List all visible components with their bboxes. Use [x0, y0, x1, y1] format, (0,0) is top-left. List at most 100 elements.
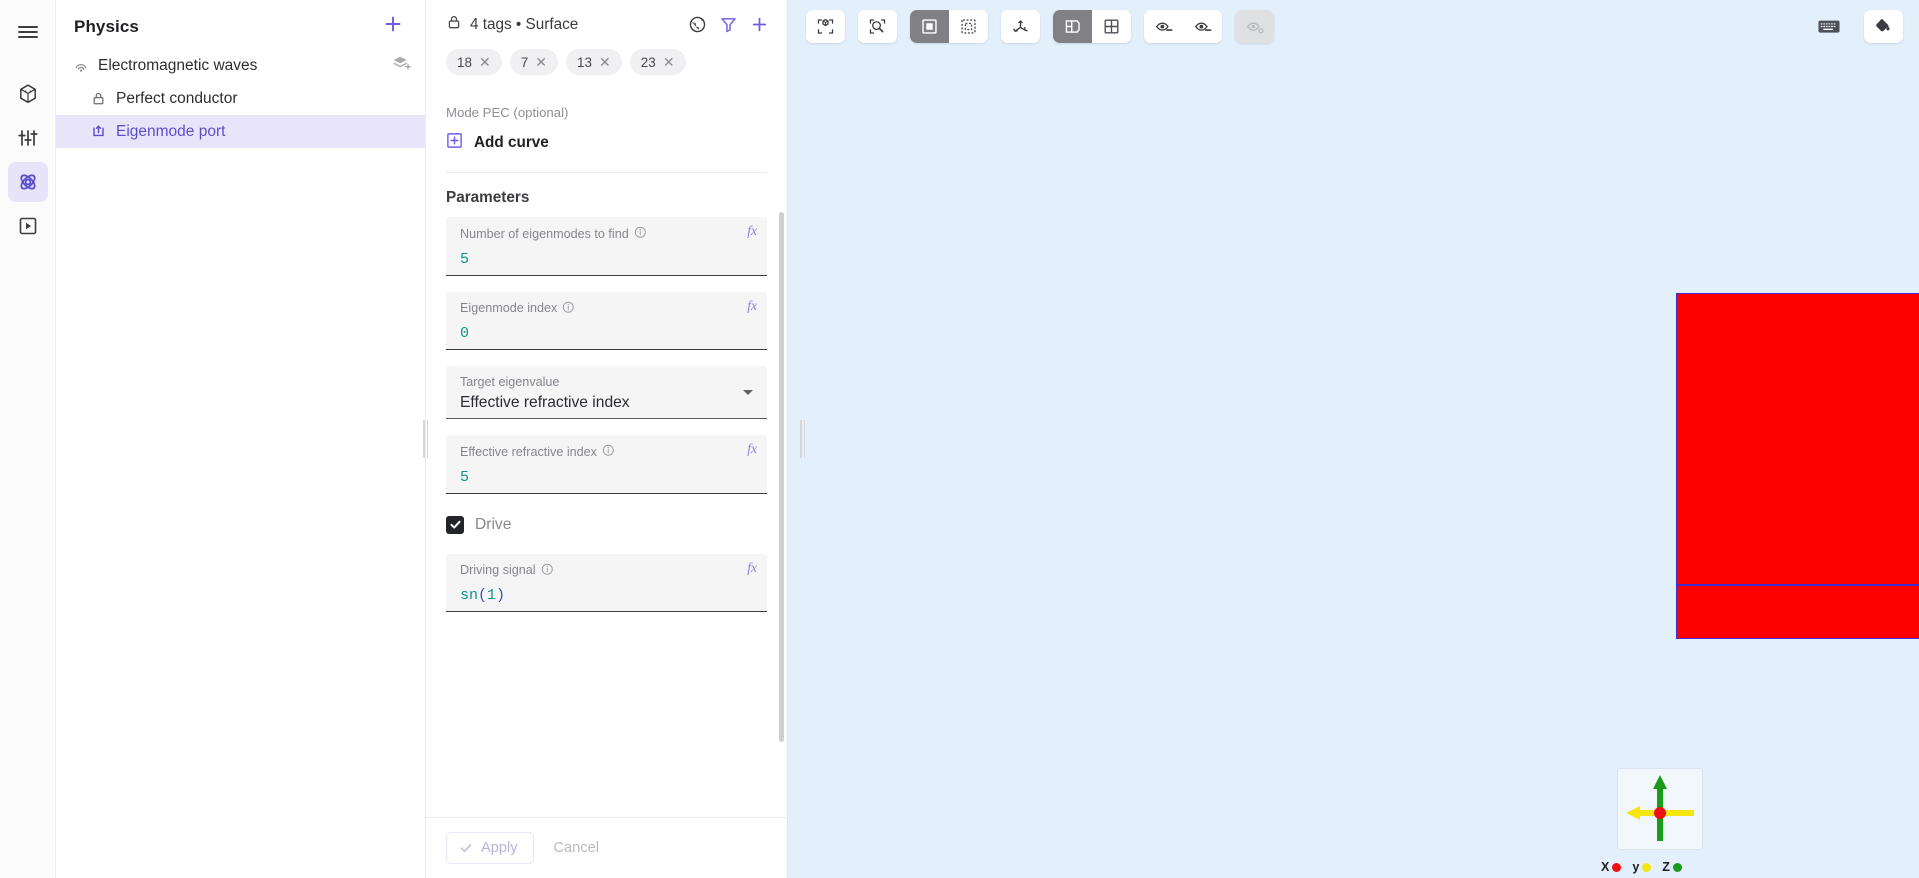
tag-label: 23: [640, 54, 656, 70]
axis-legend: X y Z: [1601, 860, 1682, 874]
properties-panel-resize-handle[interactable]: [798, 417, 807, 461]
menu-icon[interactable]: [8, 12, 48, 52]
field-label: Eigenmode index: [460, 301, 558, 316]
field-value: 5: [460, 468, 470, 486]
icon-rail: [0, 0, 56, 878]
fill-color-icon[interactable]: [1864, 10, 1903, 43]
info-icon[interactable]: [562, 301, 575, 317]
viewport-toolbar: [806, 10, 1274, 43]
zoom-to-selection-icon[interactable]: [858, 10, 897, 43]
toolbar-group-reset-visibility: [1235, 10, 1274, 43]
field-value: Effective refractive index: [460, 394, 630, 411]
bottom-left-surface[interactable]: [1676, 585, 1919, 639]
field-effective-refractive-index[interactable]: Effective refractive index 5 fx: [446, 435, 767, 494]
tag-chip[interactable]: 23 ✕: [629, 49, 686, 75]
fx-expression-icon[interactable]: fx: [747, 223, 757, 239]
run-icon[interactable]: [8, 206, 48, 246]
tree-item-electromagnetic-waves[interactable]: Electromagnetic waves: [56, 49, 425, 82]
axis-z-color-dot: [1672, 862, 1682, 872]
globe-icon[interactable]: [688, 15, 707, 34]
lock-icon: [90, 90, 107, 107]
field-number-of-eigenmodes[interactable]: Number of eigenmodes to find 5 fx: [446, 217, 767, 276]
axis-legend-x: X: [1601, 860, 1622, 874]
info-icon[interactable]: [634, 226, 647, 242]
select-box-icon[interactable]: [949, 10, 988, 43]
axis-legend-y: y: [1632, 860, 1652, 874]
tree-item-label: Perfect conductor: [116, 89, 238, 107]
parameters-heading: Parameters: [446, 189, 530, 206]
info-icon[interactable]: [602, 444, 615, 460]
cancel-button[interactable]: Cancel: [544, 833, 609, 863]
filter-icon[interactable]: [719, 15, 738, 34]
field-label: Number of eigenmodes to find: [460, 226, 629, 241]
mode-pec-label: Mode PEC (optional): [446, 105, 569, 120]
physics-icon[interactable]: [7, 162, 48, 202]
tag-chip[interactable]: 18 ✕: [446, 49, 502, 75]
geometry-icon[interactable]: [8, 74, 48, 114]
tree-item-label: Electromagnetic waves: [98, 56, 258, 74]
axis-orientation-gizmo[interactable]: [1617, 768, 1703, 850]
remove-tag-icon[interactable]: ✕: [599, 55, 611, 69]
fx-expression-icon[interactable]: fx: [747, 298, 757, 314]
drive-checkbox[interactable]: [446, 515, 464, 534]
apply-button[interactable]: Apply: [446, 832, 534, 864]
chevron-down-icon[interactable]: [743, 390, 753, 395]
toolbar-group-visibility: [1144, 10, 1222, 43]
axis-x-color-dot: [1612, 862, 1622, 872]
add-box-icon: [446, 132, 463, 154]
toolbar-group-select: [910, 10, 988, 43]
axis-y-color-dot: [1642, 862, 1652, 872]
tag-chip[interactable]: 13 ✕: [566, 49, 622, 75]
add-curve-button[interactable]: Add curve: [426, 120, 787, 172]
driving-signal-value: sn(1): [460, 578, 755, 604]
tree-item-eigenmode-port[interactable]: Eigenmode port: [56, 115, 425, 148]
tag-label: 7: [520, 54, 529, 70]
viewport-right-controls: [1814, 10, 1903, 43]
grid-view-icon[interactable]: [1092, 10, 1131, 43]
field-label: Target eigenvalue: [460, 375, 560, 389]
perspective-view-icon[interactable]: [1053, 10, 1092, 43]
tree-panel-resize-handle[interactable]: [421, 417, 430, 461]
add-physics-button[interactable]: [379, 12, 407, 41]
field-label: Effective refractive index: [460, 444, 597, 459]
field-target-eigenvalue[interactable]: Target eigenvalue Effective refractive i…: [446, 366, 767, 419]
reset-visibility-icon[interactable]: [1235, 10, 1274, 43]
code-token-paren: (: [478, 587, 488, 604]
materials-icon[interactable]: [8, 118, 48, 158]
3d-viewport[interactable]: X y Z: [788, 0, 1919, 878]
hide-selected-icon[interactable]: [1144, 10, 1183, 43]
fit-to-view-icon[interactable]: [806, 10, 845, 43]
axis-y-label: y: [1632, 860, 1640, 874]
fx-expression-icon[interactable]: fx: [747, 560, 757, 576]
properties-scrollbar[interactable]: [779, 212, 784, 742]
properties-panel: 4 tags • Surface 18 ✕ 7 ✕ 13 ✕ 23 ✕ Mode…: [426, 0, 788, 878]
add-layer-icon[interactable]: [392, 54, 411, 77]
toolbar-group-fit: [806, 10, 845, 43]
add-curve-label: Add curve: [474, 134, 549, 151]
code-token-paren: ): [496, 587, 506, 604]
remove-tag-icon[interactable]: ✕: [535, 55, 547, 69]
plus-icon[interactable]: [750, 15, 769, 34]
remove-tag-icon[interactable]: ✕: [479, 55, 491, 69]
toolbar-group-zoom: [858, 10, 897, 43]
apply-label: Apply: [481, 840, 518, 856]
fx-expression-icon[interactable]: fx: [747, 441, 757, 457]
tag-chip[interactable]: 7 ✕: [509, 49, 559, 75]
select-solid-icon[interactable]: [910, 10, 949, 43]
axis-snap-icon[interactable]: [1001, 10, 1040, 43]
tree-item-perfect-conductor[interactable]: Perfect conductor: [56, 82, 425, 115]
code-token-fn: sn: [460, 587, 479, 604]
keyboard-shortcuts-icon[interactable]: [1814, 15, 1844, 39]
field-eigenmode-index[interactable]: Eigenmode index 0 fx: [446, 291, 767, 350]
axis-legend-z: Z: [1662, 860, 1682, 874]
remove-tag-icon[interactable]: ✕: [663, 55, 675, 69]
axis-z-label: Z: [1662, 860, 1670, 874]
show-selected-icon[interactable]: [1183, 10, 1222, 43]
drive-label: Drive: [475, 515, 512, 533]
drive-checkbox-row[interactable]: Drive: [426, 510, 787, 554]
info-icon[interactable]: [541, 563, 554, 579]
main-surface[interactable]: [1676, 293, 1919, 585]
app-root: Physics Electromagnetic waves Perfect co…: [0, 0, 1919, 878]
field-driving-signal[interactable]: Driving signal sn(1) fx: [446, 553, 767, 612]
toolbar-group-axis: [1001, 10, 1040, 43]
